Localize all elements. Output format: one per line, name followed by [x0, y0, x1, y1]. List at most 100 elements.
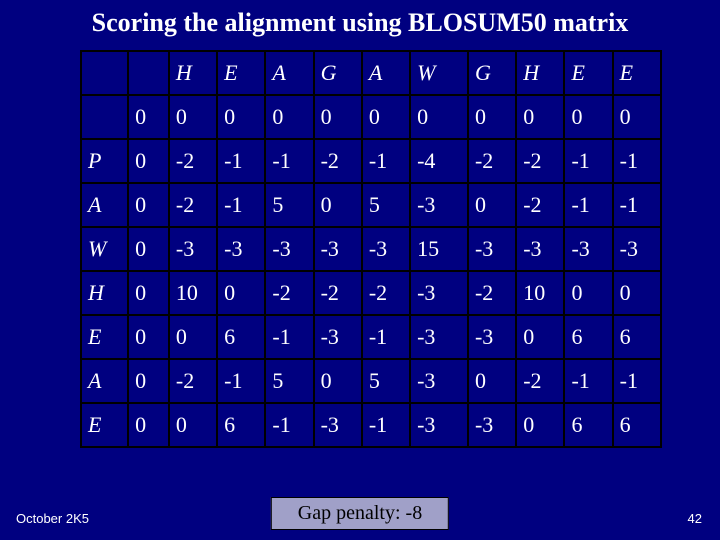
- cell: 0: [128, 359, 169, 403]
- cell: -3: [314, 315, 362, 359]
- cell: 0: [128, 183, 169, 227]
- page-title: Scoring the alignment using BLOSUM50 mat…: [0, 0, 720, 44]
- cell: -1: [265, 139, 313, 183]
- cell: -2: [468, 139, 516, 183]
- cell: -3: [410, 271, 468, 315]
- cell: 0: [128, 271, 169, 315]
- col-header: H: [169, 51, 217, 95]
- cell: -3: [362, 227, 410, 271]
- col-header-empty: [128, 51, 169, 95]
- cell: 6: [217, 315, 265, 359]
- cell: -1: [613, 139, 661, 183]
- cell: 6: [564, 315, 612, 359]
- cell: 0: [613, 95, 661, 139]
- cell: 0: [314, 95, 362, 139]
- cell: 15: [410, 227, 468, 271]
- cell: 0: [169, 403, 217, 447]
- cell: -3: [265, 227, 313, 271]
- cell: -3: [410, 403, 468, 447]
- row-header: P: [81, 139, 128, 183]
- cell: 0: [265, 95, 313, 139]
- col-header: E: [217, 51, 265, 95]
- cell: -2: [468, 271, 516, 315]
- cell: -3: [516, 227, 564, 271]
- cell: -1: [265, 403, 313, 447]
- cell: 5: [265, 183, 313, 227]
- cell: -2: [516, 183, 564, 227]
- cell: 0: [128, 315, 169, 359]
- cell: 6: [564, 403, 612, 447]
- score-table: HEAGAWGHEE00000000000P0-2-1-1-2-1-4-2-2-…: [80, 50, 662, 448]
- cell: -3: [410, 315, 468, 359]
- cell: 0: [613, 271, 661, 315]
- cell: -3: [468, 315, 516, 359]
- cell: 10: [169, 271, 217, 315]
- col-header: G: [314, 51, 362, 95]
- cell: 0: [128, 139, 169, 183]
- cell: 0: [410, 95, 468, 139]
- cell: 0: [516, 95, 564, 139]
- cell: -1: [265, 315, 313, 359]
- cell: -1: [564, 183, 612, 227]
- cell: -1: [613, 183, 661, 227]
- cell: -2: [169, 183, 217, 227]
- cell: -3: [468, 403, 516, 447]
- cell: -1: [362, 403, 410, 447]
- cell: -1: [217, 139, 265, 183]
- cell: 6: [217, 403, 265, 447]
- cell: -1: [217, 183, 265, 227]
- cell: 5: [362, 359, 410, 403]
- cell: -2: [314, 139, 362, 183]
- footer: October 2K5 Gap penalty: -8 42: [0, 498, 720, 530]
- cell: 0: [169, 95, 217, 139]
- cell: -3: [169, 227, 217, 271]
- cell: 0: [217, 271, 265, 315]
- cell: 5: [362, 183, 410, 227]
- cell: 0: [217, 95, 265, 139]
- col-header: E: [564, 51, 612, 95]
- col-header: E: [613, 51, 661, 95]
- col-header: W: [410, 51, 468, 95]
- row-header: A: [81, 359, 128, 403]
- cell: -1: [217, 359, 265, 403]
- row-header: H: [81, 271, 128, 315]
- cell: 0: [128, 403, 169, 447]
- cell: 0: [314, 359, 362, 403]
- cell: -2: [314, 271, 362, 315]
- row-header: E: [81, 315, 128, 359]
- cell: 0: [516, 315, 564, 359]
- cell: -3: [314, 227, 362, 271]
- page-number: 42: [688, 511, 702, 526]
- cell: -3: [564, 227, 612, 271]
- cell: -1: [362, 139, 410, 183]
- cell: 0: [362, 95, 410, 139]
- cell: 6: [613, 315, 661, 359]
- row-header: [81, 95, 128, 139]
- row-header: A: [81, 183, 128, 227]
- cell: -3: [410, 359, 468, 403]
- cell: 5: [265, 359, 313, 403]
- cell: -2: [169, 139, 217, 183]
- cell: -2: [265, 271, 313, 315]
- cell: 0: [564, 95, 612, 139]
- cell: 0: [468, 359, 516, 403]
- footer-date: October 2K5: [16, 511, 89, 526]
- cell: -1: [564, 139, 612, 183]
- cell: -2: [169, 359, 217, 403]
- cell: -1: [613, 359, 661, 403]
- cell: 10: [516, 271, 564, 315]
- cell: -3: [314, 403, 362, 447]
- gap-penalty-badge: Gap penalty: -8: [271, 497, 449, 530]
- col-header: A: [265, 51, 313, 95]
- cell: -1: [564, 359, 612, 403]
- cell: -4: [410, 139, 468, 183]
- cell: 0: [468, 183, 516, 227]
- cell: -2: [516, 139, 564, 183]
- cell: 0: [128, 227, 169, 271]
- col-header-empty: [81, 51, 128, 95]
- col-header: G: [468, 51, 516, 95]
- cell: -2: [516, 359, 564, 403]
- cell: 6: [613, 403, 661, 447]
- row-header: E: [81, 403, 128, 447]
- cell: 0: [169, 315, 217, 359]
